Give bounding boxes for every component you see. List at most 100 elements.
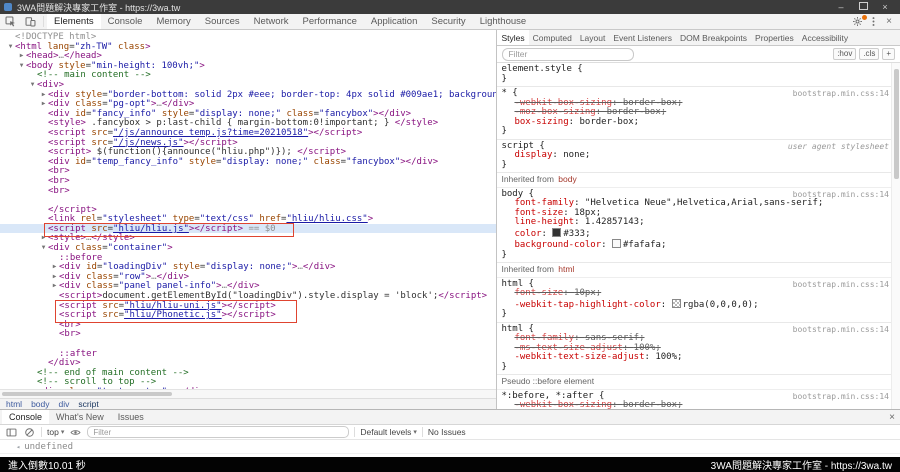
minimize-button[interactable]: – [830,0,852,14]
token-lk[interactable]: "/js/announce_temp.js?time=20210518" [113,128,308,138]
token-lk[interactable]: "hliu/hliu-uni.js" [124,301,222,311]
drawer-close-icon[interactable]: × [889,410,900,424]
stylesheet-source-link[interactable]: bootstrap.min.css:14 [793,89,889,99]
inspect-element-icon[interactable] [0,14,20,29]
dom-tree-line[interactable]: <!-- end of main content --> [0,368,496,378]
tab-memory[interactable]: Memory [149,14,197,29]
dom-tree-line[interactable]: <div id="temp_fancy_info" style="display… [0,157,496,167]
stylesheet-source-link[interactable]: bootstrap.min.css:14 [793,392,889,402]
drawer-tab-issues[interactable]: Issues [111,410,151,424]
dom-tree-line[interactable]: <!-- scroll to top --> [0,377,496,387]
tree-expand-arrow[interactable]: ▶ [39,99,48,109]
color-swatch[interactable] [552,228,561,237]
inherited-node-link[interactable]: body [558,174,576,184]
tab-sources[interactable]: Sources [198,14,247,29]
dom-tree-line[interactable]: ▼<html lang="zh-TW" class> [0,42,496,52]
dom-tree-line[interactable]: ▶<div id="loadingDiv" style="display: no… [0,262,496,272]
sidebar-tab-event-listeners[interactable]: Event Listeners [609,30,676,45]
drawer-tab-what-s-new[interactable]: What's New [49,410,111,424]
dom-tree-line[interactable]: </div> [0,358,496,368]
console-result-line[interactable]: ◂undefined [0,440,900,454]
issues-counter[interactable]: No Issues [428,427,466,437]
rule-selector[interactable]: element.style { [501,65,880,75]
dom-tree-line[interactable]: <script src="hliu/Phonetic.js"></script> [0,310,496,320]
dom-tree-line[interactable]: <!-- main content --> [0,70,496,80]
horizontal-scrollbar[interactable] [0,389,496,398]
dom-tree-line[interactable]: <br> [0,320,496,330]
inherited-node-link[interactable]: html [558,264,574,274]
console-sidebar-icon[interactable] [5,426,18,438]
sidebar-tab-layout[interactable]: Layout [576,30,610,45]
token-lk[interactable]: "hliu/hliu.js" [113,224,189,234]
breadcrumb-item[interactable]: div [59,399,70,409]
pseudo-class-button[interactable]: .cls [859,48,879,60]
css-property[interactable]: display: none; [501,151,880,161]
dom-tree-line[interactable]: ▶<div class="pg-opt">…</div> [0,99,496,109]
dom-tree-line[interactable]: ▶<div class="row">…</div> [0,272,496,282]
css-property[interactable]: -webkit-text-size-adjust: 100%; [501,353,880,363]
css-property[interactable]: color: #333; [501,228,880,240]
tab-lighthouse[interactable]: Lighthouse [473,14,533,29]
devtools-close-icon[interactable]: × [881,15,897,29]
sidebar-tab-accessibility[interactable]: Accessibility [798,30,852,45]
tab-security[interactable]: Security [424,14,472,29]
dom-tree-line[interactable]: <script src="/js/announce_temp.js?time=2… [0,128,496,138]
css-property[interactable]: -moz-box-sizing: border-box; [501,108,880,118]
dom-tree-line[interactable] [0,195,496,205]
dom-tree-line[interactable] [0,339,496,349]
token-lk[interactable]: "hliu/hliu.css" [286,214,367,224]
dom-tree-line[interactable]: ▼<div class="container"> [0,243,496,253]
styles-filter-input[interactable] [502,48,634,61]
css-property[interactable]: line-height: 1.42857143; [501,218,880,228]
color-swatch[interactable] [672,299,681,308]
css-property[interactable]: background-color: #fafafa; [501,239,880,251]
frame-context-selector[interactable]: top ▾ [47,427,64,437]
pseudo-class-button[interactable]: + [882,48,895,60]
dom-tree-line[interactable]: <style> .fancybox > p:last-child { margi… [0,118,496,128]
sidebar-tab-properties[interactable]: Properties [751,30,798,45]
dom-tree-line[interactable]: ::after [0,349,496,359]
log-levels-dropdown[interactable]: Default levels ▾ [360,427,417,437]
tab-elements[interactable]: Elements [47,14,101,29]
maximize-button[interactable] [852,0,874,14]
dom-tree-line[interactable]: <script src="hliu/hliu.js"></script> == … [0,224,496,234]
kebab-menu-icon[interactable] [865,15,881,29]
tab-console[interactable]: Console [101,14,150,29]
sidebar-tab-dom-breakpoints[interactable]: DOM Breakpoints [676,30,751,45]
dom-tree-line[interactable]: <br> [0,176,496,186]
scrollbar-thumb[interactable] [894,69,899,179]
dom-tree-line[interactable]: <script src="/js/news.js"></script> [0,138,496,148]
dom-tree-line[interactable]: <div id="fancy_info" style="display: non… [0,109,496,119]
dom-tree-line[interactable]: ▶<div class="panel panel-info">…</div> [0,281,496,291]
drawer-tab-console[interactable]: Console [2,410,49,424]
sidebar-tab-computed[interactable]: Computed [529,30,576,45]
dom-tree-line[interactable]: ▶<style>…</style> [0,233,496,243]
tree-expand-arrow[interactable]: ▶ [50,281,59,291]
token-lk[interactable]: "/js/news.js" [113,138,183,148]
tree-expand-arrow[interactable]: ▼ [17,61,26,71]
tree-expand-arrow[interactable]: ▶ [39,90,48,100]
dom-tree-line[interactable]: <script>document.getElementById("loading… [0,291,496,301]
stylesheet-source-link[interactable]: bootstrap.min.css:14 [793,280,889,290]
css-property[interactable]: box-sizing: border-box; [501,118,880,128]
vertical-scrollbar[interactable] [891,63,900,409]
clear-console-icon[interactable] [23,426,36,438]
token-lk[interactable]: "hliu/Phonetic.js" [124,310,222,320]
dom-tree-line[interactable]: ::before [0,253,496,263]
device-toolbar-icon[interactable] [20,14,40,29]
breadcrumb-item[interactable]: script [78,399,98,409]
live-expression-eye-icon[interactable] [69,426,82,438]
tree-expand-arrow[interactable]: ▼ [39,243,48,253]
tab-application[interactable]: Application [364,14,424,29]
dom-tree-line[interactable]: ▼<div> [0,80,496,90]
dom-tree-line[interactable]: <br> [0,329,496,339]
tab-performance[interactable]: Performance [295,14,363,29]
dom-tree-line[interactable]: <!DOCTYPE html> [0,32,496,42]
console-filter-input[interactable] [87,426,349,438]
dom-tree-line[interactable]: <br> [0,166,496,176]
css-property[interactable]: -webkit-box-sizing: border-box; [501,401,880,409]
dom-tree-line[interactable]: <link rel="stylesheet" type="text/css" h… [0,214,496,224]
dom-tree-line[interactable]: ▼<body style="min-height: 100vh;"> [0,61,496,71]
dom-tree-line[interactable]: <script src="hliu/hliu-uni.js"></script> [0,301,496,311]
tree-expand-arrow[interactable]: ▶ [50,262,59,272]
